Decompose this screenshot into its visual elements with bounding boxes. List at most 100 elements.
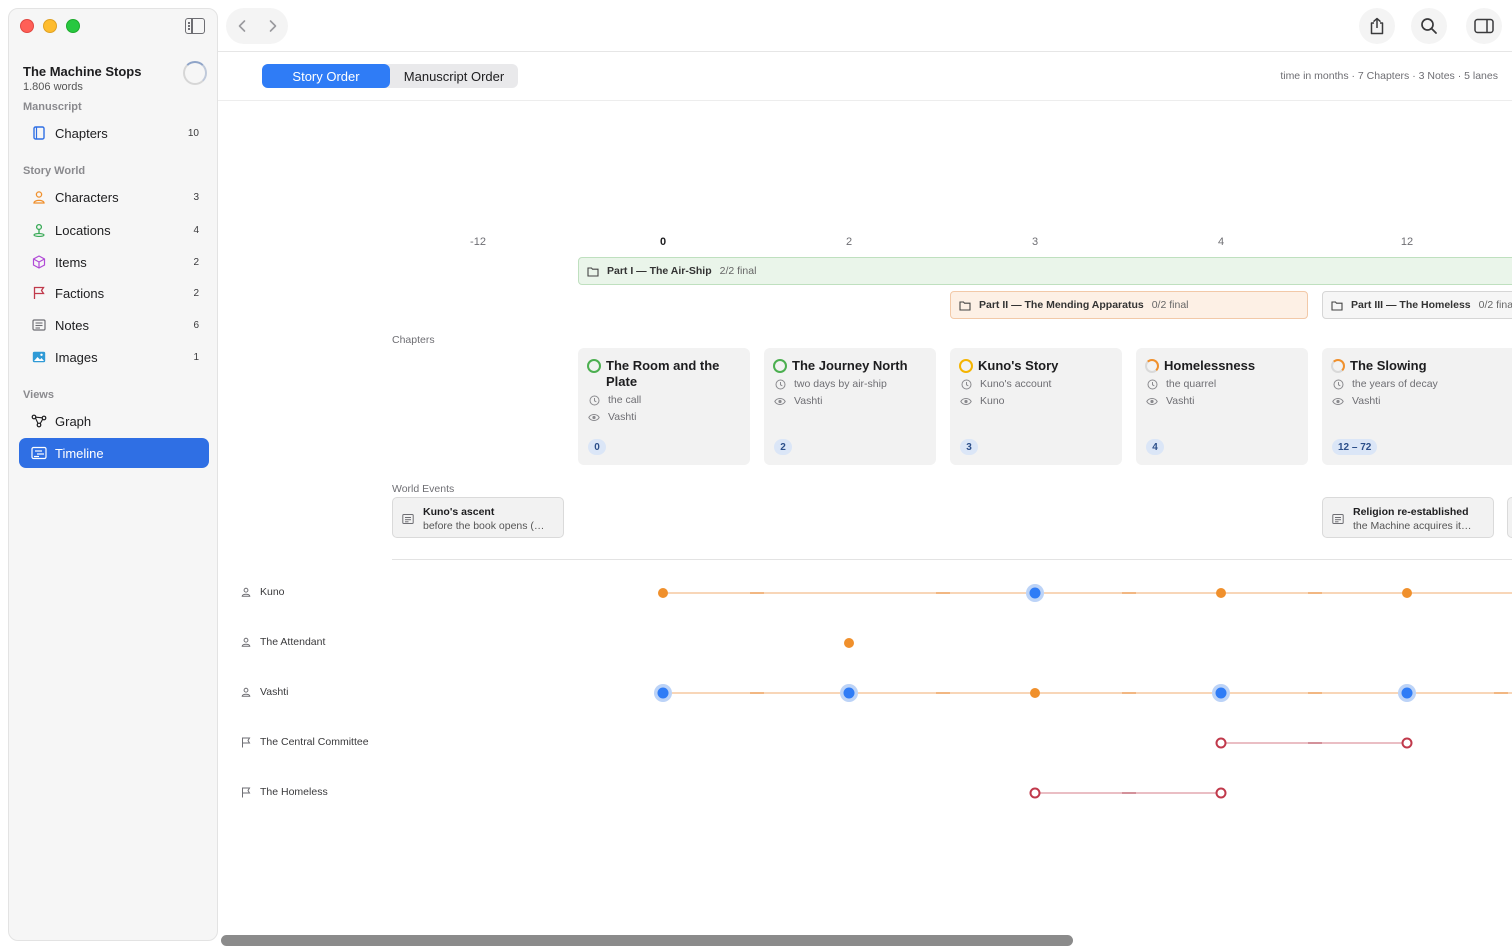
sidebar-item-characters[interactable]: Characters 3 [19, 182, 209, 212]
inspector-toggle-button[interactable] [1466, 8, 1502, 44]
lane-label-homeless[interactable]: The Homeless [240, 786, 328, 798]
zoom-window-button[interactable] [66, 19, 80, 33]
chapter-time-badge: 4 [1146, 439, 1164, 455]
faction-dot [1401, 737, 1413, 749]
sidebar-item-chapters[interactable]: Chapters 10 [19, 118, 209, 148]
scrollbar-thumb[interactable] [221, 935, 1073, 946]
toolbar-divider [218, 51, 1512, 52]
search-icon [1421, 18, 1437, 34]
book-icon [31, 125, 47, 141]
part-bar[interactable]: Part II — The Mending Apparatus 0/2 fina… [950, 291, 1308, 319]
chapter-time-badge: 3 [960, 439, 978, 455]
world-events-lane-label: World Events [392, 483, 455, 495]
lane-label-central-committee[interactable]: The Central Committee [240, 736, 369, 748]
graph-icon [31, 413, 47, 429]
status-in-progress-icon [1145, 359, 1159, 373]
world-event-card-clipped[interactable] [1507, 497, 1512, 538]
status-final-icon [587, 359, 601, 373]
map-pin-icon [31, 222, 47, 238]
sidebar-item-count: 3 [193, 191, 199, 203]
pov-dot-halo [840, 684, 858, 702]
lane-label-vashti[interactable]: Vashti [240, 686, 288, 698]
chevron-left-icon [238, 20, 245, 32]
chapter-pov: Vashti [608, 411, 637, 423]
event-dot [844, 638, 854, 648]
cube-icon [31, 254, 47, 270]
lane-name: Kuno [260, 586, 285, 598]
pov-dot-halo [1026, 584, 1044, 602]
search-button[interactable] [1411, 8, 1447, 44]
forward-button[interactable] [257, 8, 288, 44]
sidebar-item-count: 2 [193, 256, 199, 268]
image-icon [31, 349, 47, 365]
clock-icon [774, 378, 786, 390]
pov-dot [657, 687, 669, 699]
sidebar-item-label: Items [55, 254, 87, 270]
navigation-group [226, 8, 288, 44]
section-manuscript: Manuscript [23, 101, 82, 113]
chapter-time-badge: 0 [588, 439, 606, 455]
sidebar-item-images[interactable]: Images 1 [19, 342, 209, 372]
world-event-card[interactable]: Kuno's ascent before the book opens (… [392, 497, 564, 538]
sidebar-item-locations[interactable]: Locations 4 [19, 215, 209, 245]
progress-ring-icon [183, 61, 207, 85]
note-icon [1332, 512, 1344, 524]
pov-dot [843, 687, 855, 699]
status-draft-icon [959, 359, 973, 373]
person-icon [240, 636, 252, 648]
chapter-card[interactable]: Kuno's Story Kuno's account Kuno 3 [950, 348, 1122, 465]
close-window-button[interactable] [20, 19, 34, 33]
chapter-time-badge: 2 [774, 439, 792, 455]
project-title: The Machine Stops [23, 64, 142, 79]
lane-name: The Attendant [260, 636, 326, 648]
lanes-divider [392, 559, 1512, 560]
axis-tick: -12 [470, 236, 486, 248]
eye-icon [960, 395, 972, 407]
sidebar-toggle-icon[interactable] [185, 18, 205, 34]
person-icon [240, 586, 252, 598]
part-bar[interactable]: Part I — The Air-Ship 2/2 final [578, 257, 1512, 285]
flag-icon [240, 786, 252, 798]
world-event-card[interactable]: Religion re-established the Machine acqu… [1322, 497, 1494, 538]
share-button[interactable] [1359, 8, 1395, 44]
person-icon [31, 189, 47, 205]
lane-label-attendant[interactable]: The Attendant [240, 636, 325, 648]
sidebar-item-label: Factions [55, 285, 105, 301]
share-icon [1370, 17, 1384, 35]
chapter-card[interactable]: The Journey North two days by air-ship V… [764, 348, 936, 465]
person-icon [240, 686, 252, 698]
lane-tracks [654, 584, 1512, 799]
sidebar-item-timeline[interactable]: Timeline [19, 438, 209, 468]
chapter-card[interactable]: The Slowing the years of decay Vashti 12… [1322, 348, 1512, 465]
sidebar-item-items[interactable]: Items 2 [19, 247, 209, 277]
chapter-pov: Vashti [1166, 395, 1195, 407]
event-subtitle: the Machine acquires it… [1353, 520, 1472, 532]
section-story-world: Story World [23, 165, 86, 177]
chapter-card[interactable]: The Room and the Plate the call Vashti 0 [578, 348, 750, 465]
horizontal-scrollbar[interactable] [218, 932, 1512, 948]
folder-icon [587, 265, 599, 277]
chapter-title: The Journey North [792, 358, 908, 373]
lane-label-kuno[interactable]: Kuno [240, 586, 285, 598]
chapter-pov: Vashti [794, 395, 823, 407]
story-order-segment[interactable]: Story Order [262, 64, 390, 88]
chapter-time: two days by air-ship [794, 378, 887, 390]
faction-dot [1029, 787, 1041, 799]
sidebar-item-count: 1 [193, 351, 199, 363]
faction-dot [1215, 737, 1227, 749]
axis-tick: 4 [1217, 236, 1225, 248]
sidebar-item-factions[interactable]: Factions 2 [19, 278, 209, 308]
minimize-window-button[interactable] [43, 19, 57, 33]
axis-tick: 12 [1400, 236, 1414, 248]
clock-icon [1332, 378, 1344, 390]
axis-tick: 0 [659, 236, 667, 248]
back-button[interactable] [226, 8, 257, 44]
axis-tick: 2 [845, 236, 853, 248]
event-title: Religion re-established [1353, 506, 1469, 518]
sidebar-item-notes[interactable]: Notes 6 [19, 310, 209, 340]
chapter-time: the years of decay [1352, 378, 1438, 390]
sidebar-item-graph[interactable]: Graph [19, 406, 209, 436]
part-bar[interactable]: Part III — The Homeless 0/2 final [1322, 291, 1512, 319]
manuscript-order-segment[interactable]: Manuscript Order [390, 64, 518, 88]
chapter-card[interactable]: Homelessness the quarrel Vashti 4 [1136, 348, 1308, 465]
